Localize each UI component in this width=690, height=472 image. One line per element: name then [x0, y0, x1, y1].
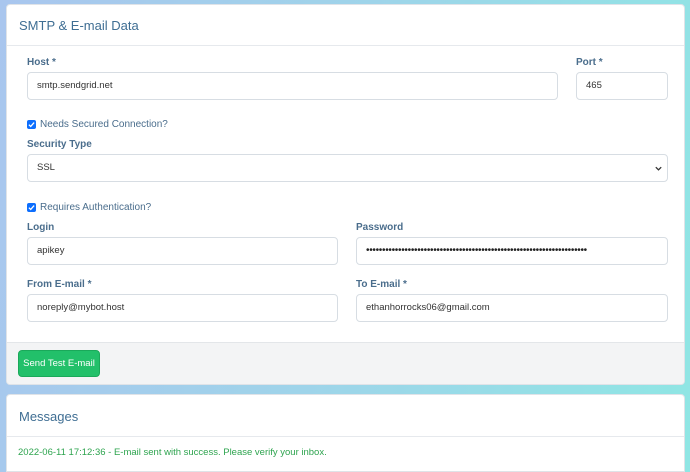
- password-label: Password: [356, 222, 404, 233]
- messages-header-divider: [7, 436, 684, 437]
- login-input[interactable]: apikey: [27, 237, 338, 265]
- password-input[interactable]: ••••••••••••••••••••••••••••••••••••••••…: [356, 237, 668, 265]
- port-label: Port *: [576, 57, 603, 68]
- security-type-label: Security Type: [27, 139, 92, 150]
- secured-connection-checkbox[interactable]: [27, 119, 36, 129]
- to-email-input[interactable]: ethanhorrocks06@gmail.com: [356, 294, 668, 322]
- secured-connection-row: Needs Secured Connection?: [27, 118, 168, 130]
- send-test-email-button[interactable]: Send Test E-mail: [18, 350, 100, 377]
- from-email-input[interactable]: noreply@mybot.host: [27, 294, 338, 322]
- port-input[interactable]: 465: [576, 72, 668, 100]
- smtp-settings-card: SMTP & E-mail Data Host * smtp.sendgrid.…: [6, 4, 685, 385]
- host-label: Host *: [27, 57, 56, 68]
- login-label: Login: [27, 222, 55, 233]
- check-icon: [28, 121, 35, 127]
- smtp-card-title: SMTP & E-mail Data: [19, 18, 139, 33]
- messages-card: Messages 2022-06-11 17:12:36 - E-mail se…: [6, 394, 685, 472]
- chevron-down-icon: [655, 166, 662, 171]
- host-input[interactable]: smtp.sendgrid.net: [27, 72, 558, 100]
- card-footer: Send Test E-mail: [7, 342, 684, 384]
- card-header-divider: [7, 45, 684, 46]
- messages-card-title: Messages: [19, 409, 79, 424]
- requires-auth-checkbox[interactable]: [27, 202, 36, 212]
- requires-auth-row: Requires Authentication?: [27, 201, 151, 213]
- requires-auth-label: Requires Authentication?: [40, 201, 152, 213]
- check-icon: [28, 204, 35, 210]
- security-type-select[interactable]: SSL: [27, 154, 668, 182]
- security-type-value: SSL: [37, 162, 55, 173]
- message-item: 2022-06-11 17:12:36 - E-mail sent with s…: [18, 447, 327, 458]
- secured-connection-label: Needs Secured Connection?: [40, 118, 168, 130]
- to-email-label: To E-mail *: [356, 279, 407, 290]
- from-email-label: From E-mail *: [27, 279, 92, 290]
